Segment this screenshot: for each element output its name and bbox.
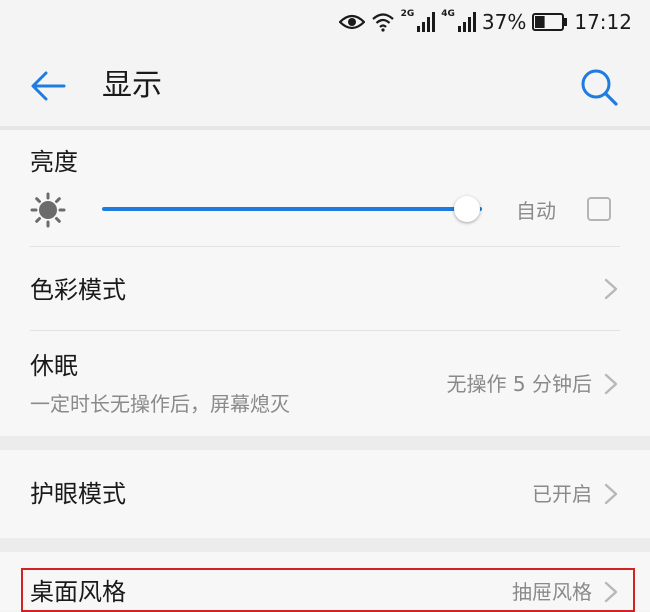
status-bar: 2G 4G 37% 17:12 [0, 0, 650, 44]
color-mode-title: 色彩模式 [30, 276, 126, 304]
chevron-right-icon [604, 483, 618, 505]
signal-icon [457, 12, 476, 32]
auto-brightness-checkbox[interactable] [587, 197, 611, 221]
eye-comfort-icon [338, 13, 365, 31]
sleep-row[interactable]: 休眠 一定时长无操作后，屏幕熄灭 无操作 5 分钟后 [0, 331, 650, 436]
brightness-label: 亮度 [30, 148, 78, 176]
eye-comfort-value: 已开启 [532, 482, 592, 506]
network-2g-label: 2G [400, 9, 415, 19]
back-arrow-icon [31, 71, 66, 101]
brightness-sun-icon [30, 192, 66, 228]
wifi-icon [371, 12, 395, 32]
sleep-value: 无操作 5 分钟后 [446, 372, 592, 396]
home-style-title: 桌面风格 [30, 578, 126, 606]
network-4g-label: 4G [441, 9, 455, 19]
chevron-right-icon [604, 278, 618, 300]
color-mode-row[interactable]: 色彩模式 [0, 247, 650, 330]
status-icons: 2G 4G 37% 17:12 [338, 6, 632, 38]
page-title: 显示 [102, 68, 162, 103]
eye-comfort-row[interactable]: 护眼模式 已开启 [0, 450, 650, 538]
chevron-right-icon [604, 373, 618, 395]
battery-icon [532, 13, 568, 31]
auto-brightness-label: 自动 [516, 199, 556, 223]
app-bar: 显示 [0, 44, 650, 126]
section-divider [0, 538, 650, 552]
brightness-slider-thumb[interactable] [453, 196, 480, 222]
sleep-title: 休眠 [30, 352, 78, 380]
home-style-value: 抽屉风格 [512, 580, 592, 604]
brightness-slider-track[interactable] [102, 207, 482, 211]
battery-percent: 37% [481, 10, 527, 34]
chevron-right-icon [604, 581, 618, 603]
search-button[interactable] [578, 66, 620, 108]
home-style-row[interactable]: 桌面风格 抽屉风格 [0, 552, 650, 610]
search-icon [581, 69, 618, 106]
section-divider [0, 436, 650, 450]
clock: 17:12 [574, 10, 632, 34]
signal-icon [417, 12, 436, 32]
eye-comfort-title: 护眼模式 [30, 480, 126, 508]
back-button[interactable] [28, 68, 68, 104]
sleep-subtitle: 一定时长无操作后，屏幕熄灭 [30, 392, 290, 416]
